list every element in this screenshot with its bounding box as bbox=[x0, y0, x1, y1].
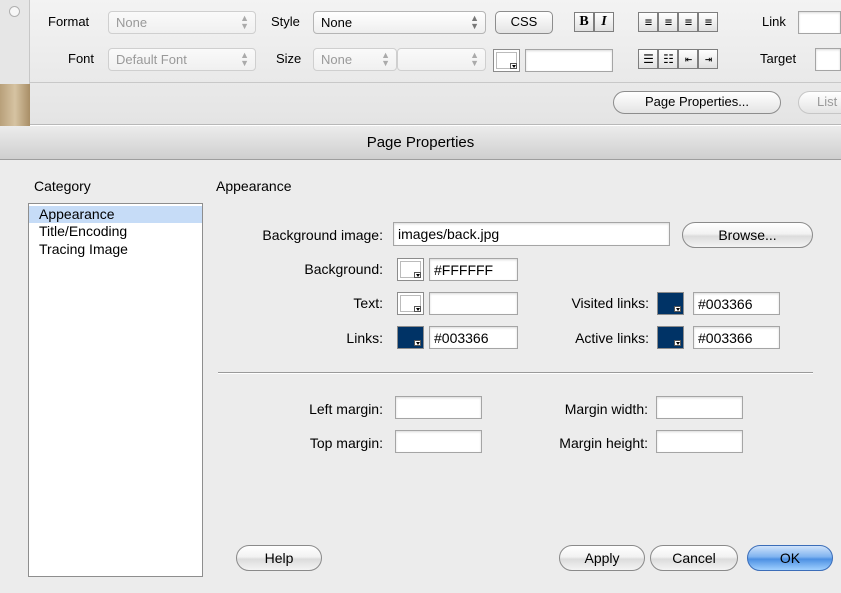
style-value: None bbox=[321, 15, 353, 30]
visited-links-label: Visited links: bbox=[571, 295, 649, 311]
format-value: None bbox=[116, 15, 148, 30]
margin-height-input[interactable] bbox=[656, 430, 743, 453]
updown-arrows-icon: ▲ ▼ bbox=[240, 13, 249, 31]
links-label: Links: bbox=[346, 330, 383, 346]
top-margin-label: Top margin: bbox=[309, 435, 383, 451]
align-center-icon[interactable]: ≡ bbox=[658, 12, 678, 32]
font-label: Font bbox=[68, 51, 95, 66]
help-button[interactable]: Help bbox=[236, 545, 322, 571]
size-label: Size bbox=[276, 51, 302, 66]
bold-button[interactable]: B bbox=[574, 12, 594, 32]
ok-button[interactable]: OK bbox=[747, 545, 833, 571]
browse-button[interactable]: Browse... bbox=[682, 222, 813, 248]
category-item-tracing-image[interactable]: Tracing Image bbox=[29, 241, 202, 258]
target-label: Target bbox=[760, 51, 797, 66]
size-units-select[interactable]: ▲ ▼ bbox=[397, 48, 486, 71]
margin-height-label: Margin height: bbox=[559, 435, 648, 451]
category-list: Appearance Title/Encoding Tracing Image bbox=[28, 203, 203, 577]
background-color-swatch[interactable] bbox=[397, 258, 424, 281]
collapse-circle-icon[interactable] bbox=[9, 6, 20, 17]
style-select[interactable]: None ▲ ▼ bbox=[313, 11, 486, 34]
category-item-appearance[interactable]: Appearance bbox=[29, 206, 202, 223]
text-color-input[interactable] bbox=[525, 49, 613, 72]
active-links-label: Active links: bbox=[575, 330, 649, 346]
background-texture bbox=[0, 84, 30, 129]
page-properties-button[interactable]: Page Properties... bbox=[613, 91, 781, 114]
format-label: Format bbox=[48, 14, 90, 29]
size-select[interactable]: None ▲ ▼ bbox=[313, 48, 397, 71]
inspector-divider bbox=[30, 82, 841, 83]
visited-links-swatch[interactable] bbox=[657, 292, 684, 315]
size-value: None bbox=[321, 52, 353, 67]
italic-button[interactable]: I bbox=[594, 12, 614, 32]
left-margin-label: Left margin: bbox=[309, 401, 383, 417]
unordered-list-icon[interactable]: ☰ bbox=[638, 49, 658, 69]
background-color-input[interactable]: #FFFFFF bbox=[429, 258, 518, 281]
active-links-input[interactable]: #003366 bbox=[693, 326, 780, 349]
list-item-button[interactable]: List bbox=[798, 91, 841, 114]
bg-image-label: Background image: bbox=[262, 227, 383, 243]
text-color-swatch-dialog[interactable] bbox=[397, 292, 424, 315]
category-item-title-encoding[interactable]: Title/Encoding bbox=[29, 223, 202, 240]
ordered-list-icon[interactable]: ☷ bbox=[658, 49, 678, 69]
cancel-button[interactable]: Cancel bbox=[650, 545, 738, 571]
text-color-swatch[interactable] bbox=[493, 49, 520, 72]
top-margin-input[interactable] bbox=[395, 430, 482, 453]
target-input[interactable] bbox=[815, 48, 841, 71]
category-label: Category bbox=[34, 178, 91, 194]
margin-width-label: Margin width: bbox=[564, 401, 648, 417]
style-label: Style bbox=[271, 14, 300, 29]
section-title: Appearance bbox=[216, 178, 292, 194]
left-margin-input[interactable] bbox=[395, 396, 482, 419]
updown-arrows-icon: ▲ ▼ bbox=[470, 50, 479, 68]
dialog-title: Page Properties bbox=[0, 126, 841, 160]
text-color-input-dialog[interactable] bbox=[429, 292, 518, 315]
indent-icon[interactable]: ⇥ bbox=[698, 49, 718, 69]
link-label: Link bbox=[762, 14, 786, 29]
bg-image-input[interactable]: images/back.jpg bbox=[393, 222, 670, 246]
outdent-icon[interactable]: ⇤ bbox=[678, 49, 698, 69]
links-input[interactable]: #003366 bbox=[429, 326, 518, 349]
updown-arrows-icon: ▲ ▼ bbox=[381, 50, 390, 68]
font-value: Default Font bbox=[116, 52, 187, 67]
align-right-icon[interactable]: ≡ bbox=[678, 12, 698, 32]
link-input[interactable] bbox=[798, 11, 841, 34]
updown-arrows-icon: ▲ ▼ bbox=[240, 50, 249, 68]
format-select[interactable]: None ▲ ▼ bbox=[108, 11, 256, 34]
active-links-swatch[interactable] bbox=[657, 326, 684, 349]
background-label: Background: bbox=[304, 261, 383, 277]
text-label: Text: bbox=[353, 295, 383, 311]
visited-links-input[interactable]: #003366 bbox=[693, 292, 780, 315]
css-button[interactable]: CSS bbox=[495, 11, 553, 34]
apply-button[interactable]: Apply bbox=[559, 545, 645, 571]
margin-width-input[interactable] bbox=[656, 396, 743, 419]
updown-arrows-icon: ▲ ▼ bbox=[470, 13, 479, 31]
align-left-icon[interactable]: ≡ bbox=[638, 12, 658, 32]
section-divider bbox=[218, 372, 813, 374]
align-justify-icon[interactable]: ≡ bbox=[698, 12, 718, 32]
links-swatch[interactable] bbox=[397, 326, 424, 349]
font-select[interactable]: Default Font ▲ ▼ bbox=[108, 48, 256, 71]
